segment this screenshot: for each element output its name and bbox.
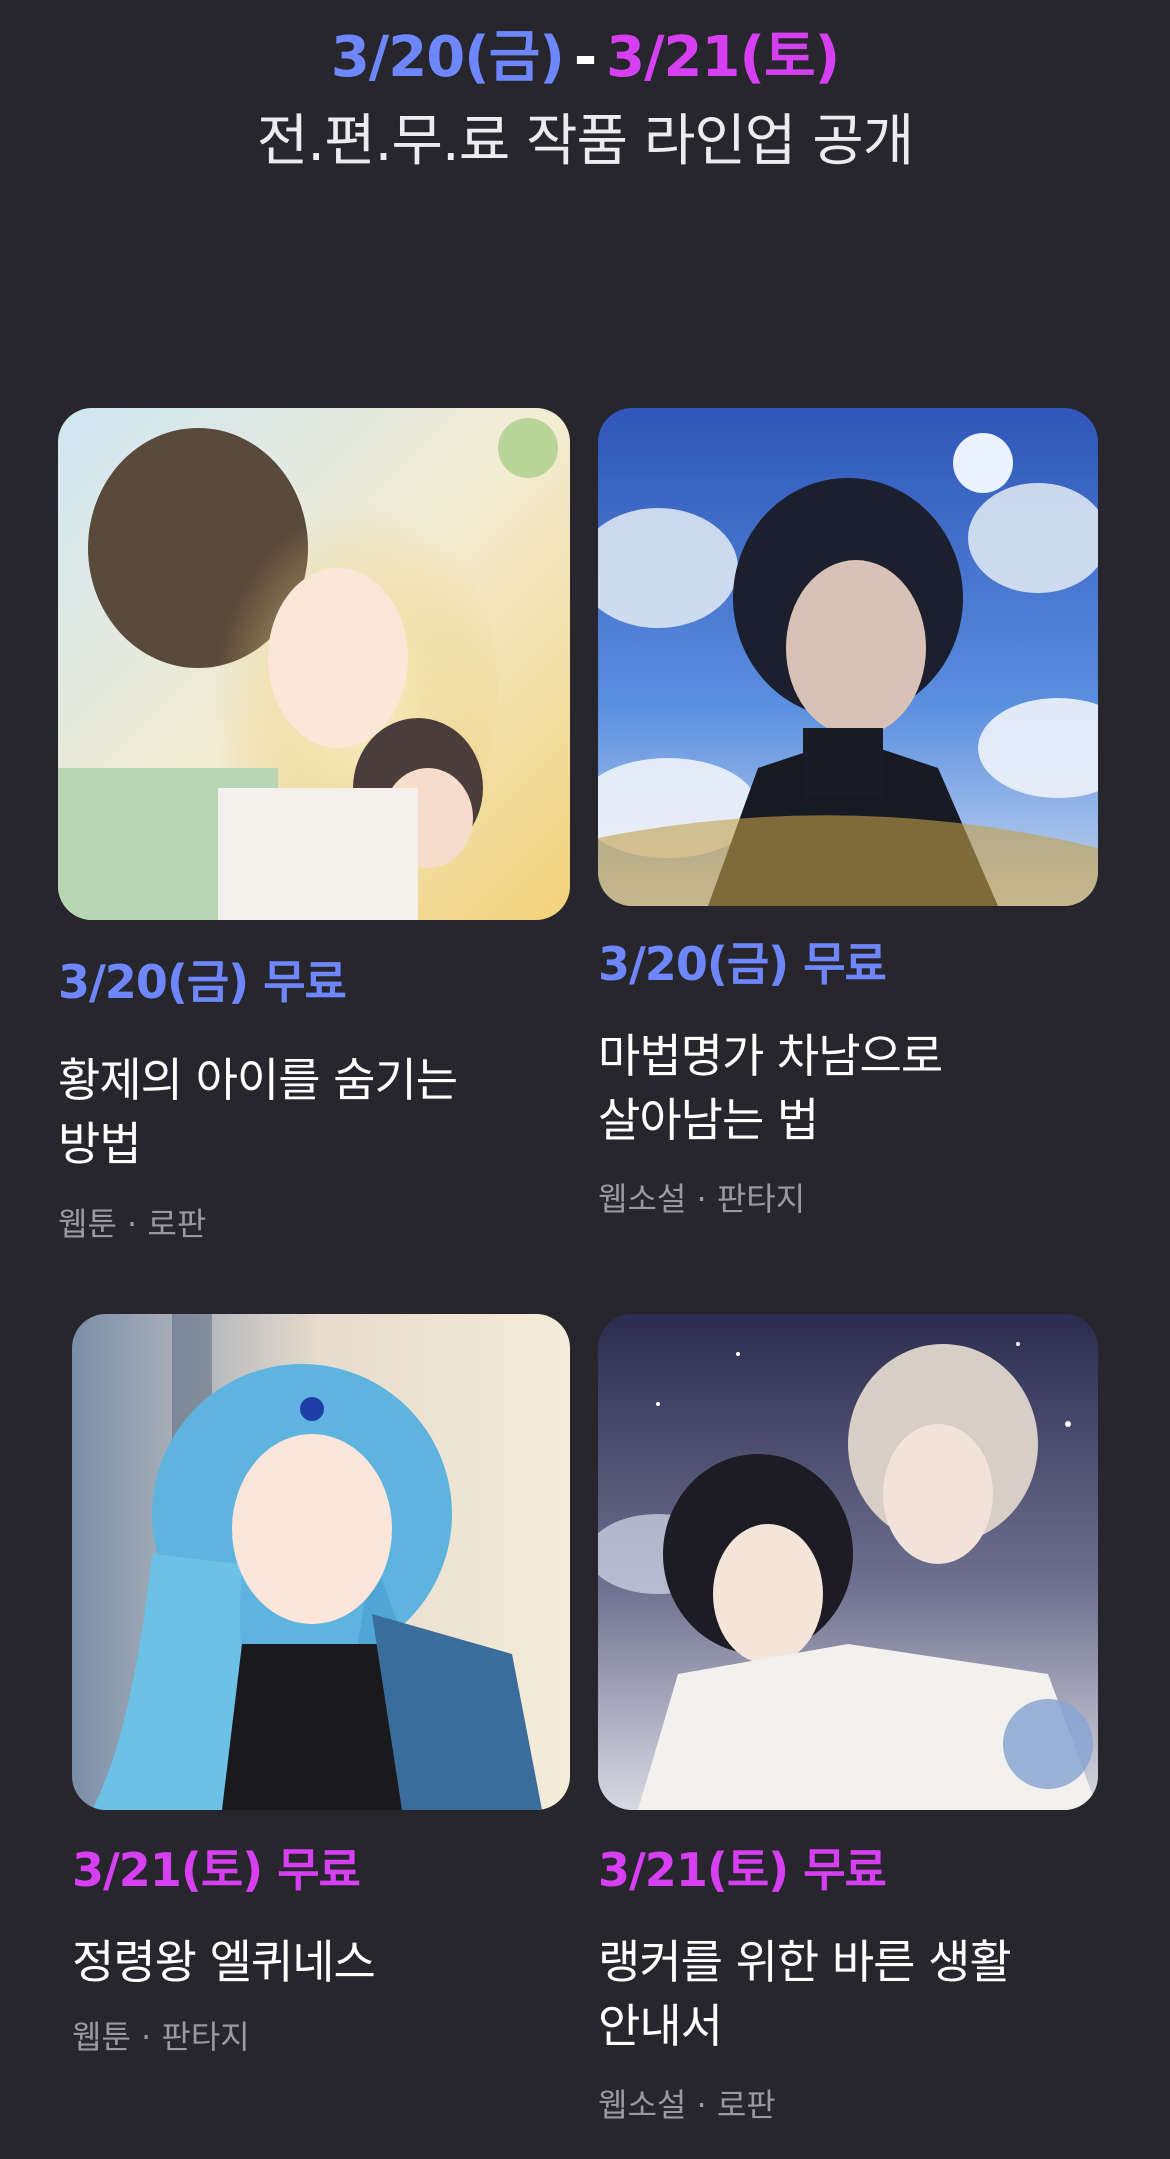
work-title-line-2: 안내서 xyxy=(598,1999,723,2053)
work-thumbnail-1[interactable] xyxy=(58,408,570,920)
date-separator: - xyxy=(573,25,597,90)
work-thumbnail-3[interactable] xyxy=(72,1314,570,1810)
date-start: 3/20(금) xyxy=(330,25,565,90)
work-title-line-2: 방법 xyxy=(58,1117,142,1171)
work-title-line-2: 살아남는 법 xyxy=(598,1093,819,1147)
work-title-line-1: 황제의 아이를 숨기는 xyxy=(58,1053,458,1107)
work-title[interactable]: 정령왕 엘퀴네스 xyxy=(72,1930,542,1994)
free-date-label: 3/20(금) 무료 xyxy=(598,937,887,991)
event-header: 3/20(금) -3/21(토) 전.편.무.료 작품 라인업 공개 xyxy=(0,18,1170,182)
free-date-label: 3/21(토) 무료 xyxy=(598,1843,887,1897)
work-title[interactable]: 황제의 아이를 숨기는 방법 xyxy=(58,1048,528,1176)
work-genre: 웹툰 · 판타지 xyxy=(72,2018,250,2056)
work-title[interactable]: 마법명가 차남으로 살아남는 법 xyxy=(598,1024,1068,1152)
free-date-label: 3/20(금) 무료 xyxy=(58,955,347,1009)
date-range: 3/20(금) -3/21(토) xyxy=(0,18,1170,98)
work-title[interactable]: 랭커를 위한 바른 생활 안내서 xyxy=(598,1930,1068,2058)
work-title-line-1: 마법명가 차남으로 xyxy=(598,1029,943,1083)
work-genre: 웹소설 · 판타지 xyxy=(598,1180,806,1218)
work-thumbnail-2[interactable] xyxy=(598,408,1098,906)
work-thumbnail-4[interactable] xyxy=(598,1314,1098,1810)
work-genre: 웹툰 · 로판 xyxy=(58,1205,207,1243)
work-title-line-1: 랭커를 위한 바른 생활 xyxy=(598,1935,1012,1989)
date-end: 3/21(토) xyxy=(606,25,840,90)
work-genre: 웹소설 · 로판 xyxy=(598,2086,776,2124)
work-title-line-1: 정령왕 엘퀴네스 xyxy=(72,1935,376,1989)
free-date-label: 3/21(토) 무료 xyxy=(72,1843,361,1897)
page-title: 전.편.무.료 작품 라인업 공개 xyxy=(256,109,915,174)
